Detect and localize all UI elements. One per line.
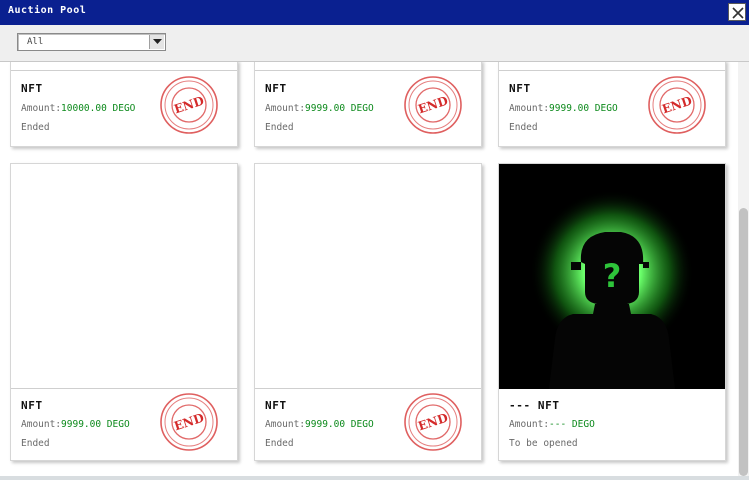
- card-status: Ended: [509, 122, 538, 133]
- auction-grid: NFT Amount:10000.00 DEGO Ended END NFT A…: [0, 62, 749, 480]
- end-stamp-icon: END: [648, 76, 706, 134]
- close-button[interactable]: [728, 3, 746, 21]
- svg-text:END: END: [416, 411, 449, 434]
- filter-select[interactable]: All: [17, 33, 166, 51]
- card-amount: Amount:9999.00 DEGO: [265, 103, 374, 114]
- card-amount: Amount:10000.00 DEGO: [21, 103, 136, 114]
- card-amount: Amount:--- DEGO: [509, 419, 595, 430]
- card-title: NFT: [21, 399, 43, 412]
- svg-text:END: END: [416, 94, 449, 117]
- card-title: NFT: [509, 82, 531, 95]
- card-amount: Amount:9999.00 DEGO: [509, 103, 618, 114]
- card-amount: Amount:9999.00 DEGO: [21, 419, 130, 430]
- bottom-divider: [0, 476, 749, 480]
- card-status: Ended: [265, 438, 294, 449]
- svg-text:END: END: [172, 94, 205, 117]
- card-title: NFT: [265, 399, 287, 412]
- nft-image: [11, 164, 237, 389]
- svg-text:END: END: [172, 411, 205, 434]
- auction-card[interactable]: NFT Amount:10000.00 DEGO Ended END: [10, 62, 238, 147]
- nft-image: [255, 164, 481, 389]
- filter-toolbar: All: [0, 25, 749, 62]
- vertical-scrollbar[interactable]: [738, 62, 749, 480]
- card-image-edge: [255, 62, 481, 71]
- mystery-figure-image: ?: [499, 164, 725, 389]
- card-title: NFT: [265, 82, 287, 95]
- card-image-edge: [499, 62, 725, 71]
- window-titlebar: Auction Pool: [0, 0, 749, 25]
- scrollbar-thumb[interactable]: [739, 208, 748, 476]
- card-amount: Amount:9999.00 DEGO: [265, 419, 374, 430]
- card-title: NFT: [21, 82, 43, 95]
- close-icon: [732, 7, 744, 19]
- end-stamp-icon: END: [160, 393, 218, 451]
- auction-card[interactable]: NFT Amount:9999.00 DEGO Ended END: [498, 62, 726, 147]
- card-status: To be opened: [509, 438, 578, 449]
- auction-card[interactable]: NFT Amount:9999.00 DEGO Ended END: [10, 163, 238, 461]
- dropdown-button[interactable]: [149, 35, 164, 49]
- card-status: Ended: [265, 122, 294, 133]
- auction-card[interactable]: ? --- NFT Amount:--- DEGO To be opened: [498, 163, 726, 461]
- card-status: Ended: [21, 438, 50, 449]
- filter-selected-value: All: [27, 37, 44, 47]
- end-stamp-icon: END: [404, 393, 462, 451]
- card-image-edge: [11, 62, 237, 71]
- window-title: Auction Pool: [8, 5, 87, 16]
- card-status: Ended: [21, 122, 50, 133]
- mystery-figure-icon: ?: [499, 164, 725, 389]
- auction-card[interactable]: NFT Amount:9999.00 DEGO Ended END: [254, 62, 482, 147]
- svg-text:?: ?: [603, 257, 622, 295]
- svg-text:END: END: [660, 94, 693, 117]
- auction-card[interactable]: NFT Amount:9999.00 DEGO Ended END: [254, 163, 482, 461]
- chevron-down-icon: [153, 39, 162, 44]
- card-title: --- NFT: [509, 399, 560, 412]
- end-stamp-icon: END: [404, 76, 462, 134]
- end-stamp-icon: END: [160, 76, 218, 134]
